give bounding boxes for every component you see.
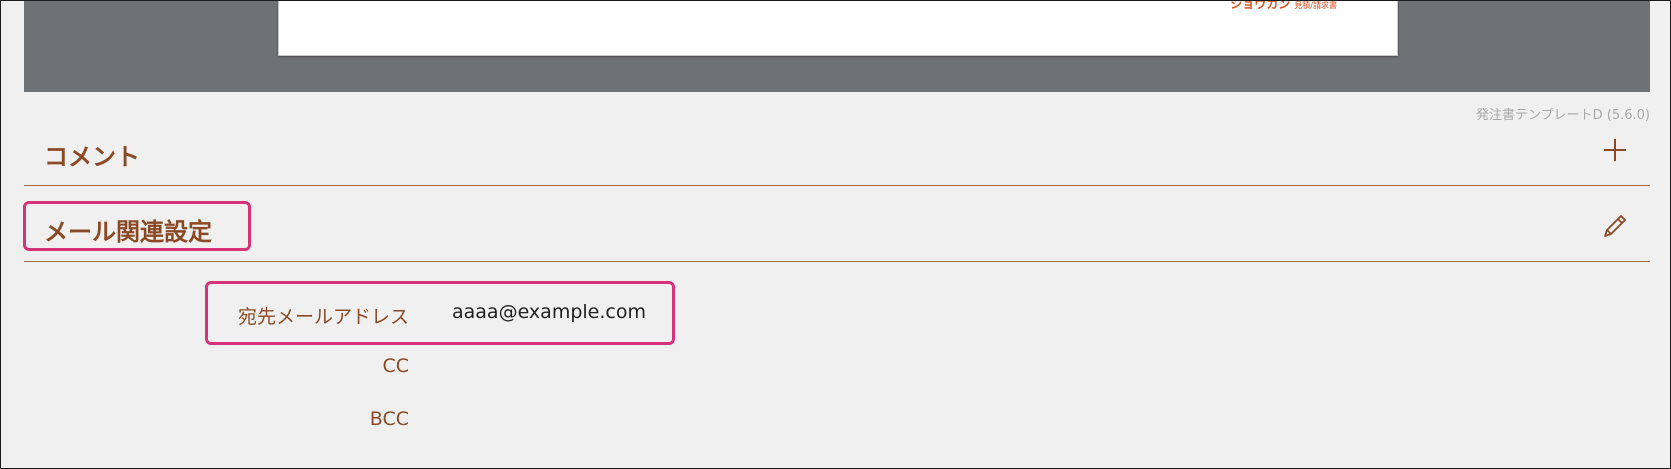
add-comment-button[interactable]: [1600, 135, 1630, 165]
preview-company-subtext: 見積/請求書: [1294, 1, 1337, 10]
window-frame: ショウカン 見積/請求書 発注書テンプレートD (5.6.0) コメント メール関…: [0, 0, 1671, 469]
pencil-icon: [1604, 215, 1626, 237]
plus-icon: [1604, 139, 1626, 161]
document-preview-page[interactable]: ショウカン 見積/請求書: [278, 1, 1398, 56]
comment-section-header[interactable]: コメント: [24, 123, 1650, 186]
document-preview-area: ショウカン 見積/請求書: [24, 1, 1650, 92]
preview-company-name: ショウカン: [1230, 0, 1291, 11]
comment-section-title: コメント: [44, 143, 140, 171]
mail-settings-section-header: メール関連設定: [23, 199, 1650, 262]
cc-label: CC: [382, 355, 409, 377]
to-address-value: aaaa@example.com: [452, 301, 646, 323]
mail-settings-section-title: メール関連設定: [44, 218, 212, 246]
edit-mail-settings-button[interactable]: [1600, 211, 1630, 241]
preview-company-text: ショウカン 見積/請求書: [1230, 0, 1337, 12]
template-version-label: 発注書テンプレートD (5.6.0): [1476, 108, 1650, 123]
to-address-label: 宛先メールアドレス: [237, 306, 409, 328]
bcc-label: BCC: [369, 408, 409, 430]
